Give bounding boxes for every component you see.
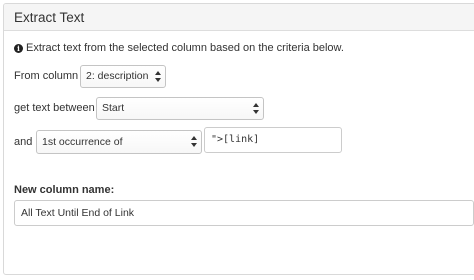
intro-text-row: i Extract text from the selected column … bbox=[14, 42, 344, 54]
and-label: and bbox=[14, 136, 33, 148]
text-between-label: get text between bbox=[14, 102, 95, 114]
start-value: Start bbox=[102, 102, 125, 114]
extract-text-dialog: Extract Text i Extract text from the sel… bbox=[3, 3, 474, 275]
select-arrows-icon bbox=[155, 71, 161, 82]
select-arrows-icon bbox=[253, 103, 259, 114]
from-column-label: From column bbox=[14, 70, 79, 82]
from-column-select[interactable]: 2: description bbox=[80, 65, 166, 88]
occurrence-value: 1st occurrence of bbox=[42, 136, 123, 148]
occurrence-select[interactable]: 1st occurrence of bbox=[36, 130, 202, 154]
info-circle-icon: i bbox=[14, 43, 23, 53]
pattern-input[interactable]: ">[link] bbox=[204, 127, 342, 153]
dialog-title: Extract Text bbox=[4, 4, 474, 31]
intro-text: Extract text from the selected column ba… bbox=[26, 42, 344, 54]
select-arrows-icon bbox=[191, 136, 197, 147]
from-column-value: 2: description bbox=[86, 70, 149, 82]
new-column-name-label: New column name: bbox=[14, 184, 115, 196]
new-column-name-input[interactable]: All Text Until End of Link bbox=[14, 200, 474, 226]
start-select[interactable]: Start bbox=[96, 97, 264, 120]
